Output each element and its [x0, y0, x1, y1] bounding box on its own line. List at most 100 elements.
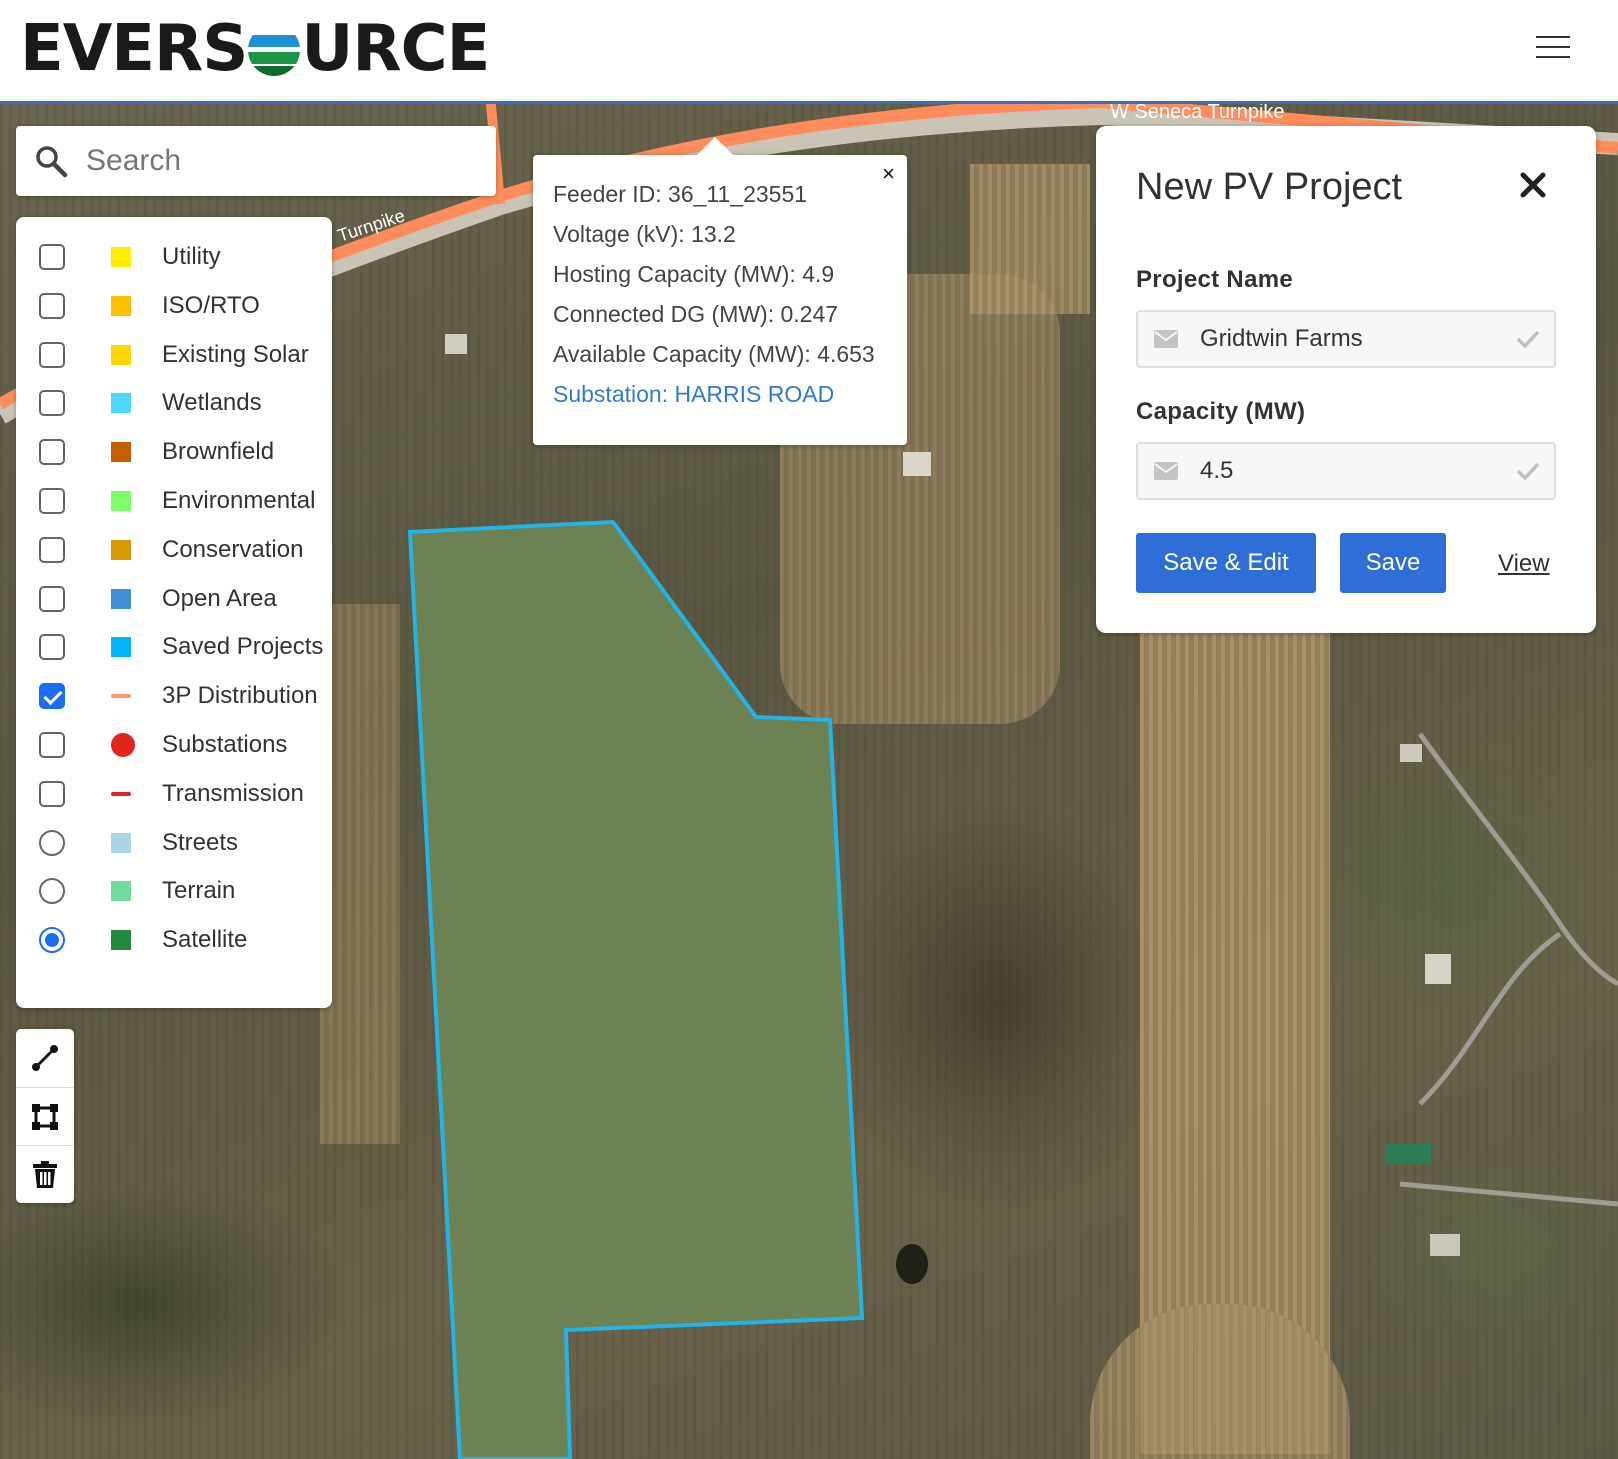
legend-swatch [111, 694, 131, 698]
legend-radio[interactable] [39, 927, 65, 953]
road-label: W Seneca Turnpike [1110, 104, 1285, 123]
legend-checkbox[interactable] [39, 781, 65, 807]
building [1425, 954, 1451, 984]
legend-swatch [111, 247, 131, 267]
legend-label: ISO/RTO [162, 292, 260, 319]
legend-item[interactable]: Substations [16, 725, 332, 765]
pond [896, 1244, 928, 1284]
draw-polygon-tool[interactable] [16, 1087, 74, 1146]
legend-label: Saved Projects [162, 633, 324, 660]
legend-checkbox[interactable] [39, 244, 65, 270]
popup-close-button[interactable]: × [882, 163, 895, 185]
logo-o-icon [248, 24, 301, 76]
legend-swatch [111, 442, 131, 462]
legend-item[interactable]: Terrain [16, 871, 332, 911]
legend-checkbox[interactable] [39, 537, 65, 563]
legend-swatch [111, 540, 131, 560]
new-pv-project-panel: New PV Project Project Name Capacity (MW… [1096, 126, 1596, 633]
search-input[interactable] [84, 143, 468, 179]
legend-swatch [111, 833, 131, 853]
legend-swatch [111, 792, 131, 796]
legend-checkbox[interactable] [39, 683, 65, 709]
delete-tool[interactable] [16, 1145, 74, 1204]
legend-label: Transmission [162, 780, 304, 807]
polygon-tool-icon [32, 1104, 58, 1130]
view-link[interactable]: View [1498, 550, 1550, 578]
envelope-icon [1154, 462, 1178, 480]
project-name-label: Project Name [1136, 266, 1293, 293]
legend-label: Brownfield [162, 438, 275, 465]
legend-swatch [111, 393, 131, 413]
legend-checkbox[interactable] [39, 342, 65, 368]
legend-item[interactable]: Satellite [16, 920, 332, 960]
legend-swatch [111, 733, 135, 757]
legend-swatch [111, 589, 131, 609]
panel-title: New PV Project [1136, 166, 1403, 208]
legend-item[interactable]: Transmission [16, 774, 332, 814]
legend-item[interactable]: ISO/RTO [16, 286, 332, 326]
search-icon [36, 146, 68, 178]
driveway [1399, 1181, 1618, 1207]
legend-label: Streets [162, 829, 239, 856]
legend-label: Terrain [162, 877, 236, 904]
legend-checkbox[interactable] [39, 488, 65, 514]
draw-line-tool[interactable] [16, 1029, 74, 1087]
legend-swatch [111, 637, 131, 657]
legend-checkbox[interactable] [39, 732, 65, 758]
legend-item[interactable]: 3P Distribution [16, 676, 332, 716]
legend-checkbox[interactable] [39, 390, 65, 416]
driveway [1417, 732, 1618, 987]
line-tool-icon [32, 1045, 58, 1071]
hosting-capacity: Hosting Capacity (MW): 4.9 [553, 261, 835, 287]
legend-item[interactable]: Existing Solar [16, 335, 332, 375]
selected-parcel-polygon[interactable] [407, 519, 865, 1459]
legend-swatch [111, 491, 131, 511]
checkmark-icon [1516, 330, 1540, 348]
legend-checkbox[interactable] [39, 293, 65, 319]
legend-item[interactable]: Environmental [16, 481, 332, 521]
available-capacity: Available Capacity (MW): 4.653 [553, 341, 875, 367]
legend-checkbox[interactable] [39, 586, 65, 612]
hamburger-menu-icon[interactable] [1536, 34, 1570, 60]
legend-swatch [111, 930, 131, 950]
close-icon[interactable] [1518, 170, 1548, 200]
building [1385, 1144, 1431, 1164]
legend-checkbox[interactable] [39, 439, 65, 465]
building [1430, 1234, 1460, 1256]
logo-text-left: EVERS [20, 12, 248, 86]
legend-item[interactable]: Wetlands [16, 383, 332, 423]
legend-label: 3P Distribution [162, 682, 318, 709]
capacity-label: Capacity (MW) [1136, 398, 1306, 425]
legend-item[interactable]: Open Area [16, 579, 332, 619]
legend-radio[interactable] [39, 830, 65, 856]
building [445, 334, 467, 354]
legend-label: Satellite [162, 926, 248, 953]
legend-checkbox[interactable] [39, 634, 65, 660]
legend-label: Substations [162, 731, 288, 758]
app-header: EVERS URCE [0, 0, 1618, 104]
legend-swatch [111, 296, 131, 316]
legend-radio[interactable] [39, 878, 65, 904]
save-and-edit-button[interactable]: Save & Edit [1136, 533, 1316, 593]
project-name-field[interactable] [1136, 310, 1556, 368]
legend-item[interactable]: Streets [16, 823, 332, 863]
legend-item[interactable]: Brownfield [16, 432, 332, 472]
connected-dg: Connected DG (MW): 0.247 [553, 301, 839, 327]
building [903, 452, 931, 476]
eversource-logo[interactable]: EVERS URCE [20, 12, 490, 86]
capacity-input[interactable] [1198, 456, 1502, 486]
legend-item[interactable]: Conservation [16, 530, 332, 570]
envelope-icon [1154, 330, 1178, 348]
building [1400, 744, 1422, 762]
trash-icon [33, 1161, 57, 1188]
legend-label: Utility [162, 243, 221, 270]
legend-item[interactable]: Utility [16, 237, 332, 277]
legend-item[interactable]: Saved Projects [16, 627, 332, 667]
project-name-input[interactable] [1198, 324, 1502, 354]
save-button[interactable]: Save [1340, 533, 1446, 593]
search-bar[interactable] [16, 126, 496, 196]
substation-link[interactable]: Substation: HARRIS ROAD [553, 381, 834, 408]
legend-swatch [111, 345, 131, 365]
capacity-field[interactable] [1136, 442, 1556, 500]
legend-label: Open Area [162, 585, 277, 612]
